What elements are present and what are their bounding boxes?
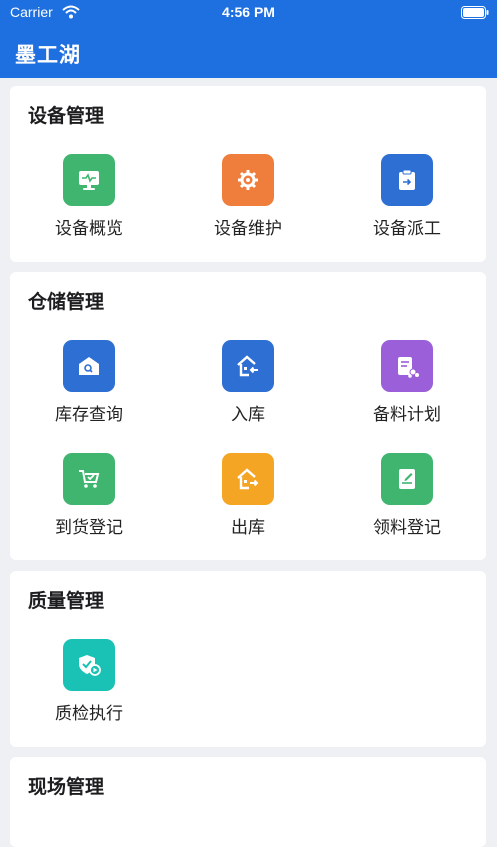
- section-title: 仓储管理: [28, 291, 105, 313]
- section-quality: 质量管理 质检执行: [10, 571, 486, 747]
- page-title: 墨工湖: [15, 43, 81, 67]
- clock: 4:56 PM: [222, 4, 275, 20]
- battery-icon: [461, 6, 489, 19]
- tile-quality-inspection[interactable]: 质检执行: [10, 639, 168, 739]
- tile-label: 库存查询: [55, 405, 123, 425]
- navigation-bar: 墨工湖: [0, 26, 497, 78]
- house-in-icon: [222, 340, 274, 392]
- tile-arrival-register[interactable]: 到货登记: [10, 453, 168, 553]
- shield-play-icon: [63, 639, 115, 691]
- tile-equipment-dispatch[interactable]: 设备派工: [328, 154, 486, 254]
- tile-label: 入库: [231, 405, 265, 425]
- tile-inventory-query[interactable]: 库存查询: [10, 340, 168, 440]
- plan-icon: [381, 340, 433, 392]
- tile-material-plan[interactable]: 备料计划: [328, 340, 486, 440]
- tile-label: 领料登记: [373, 518, 441, 538]
- tile-label: 备料计划: [373, 405, 441, 425]
- section-title: 设备管理: [28, 105, 105, 127]
- section-warehouse: 仓储管理 库存查询 入库 备料计划 到货登记 出库 领料登记: [10, 272, 486, 560]
- tile-label: 质检执行: [55, 704, 123, 724]
- tile-label: 设备派工: [373, 219, 441, 239]
- tile-equipment-maintenance[interactable]: 设备维护: [169, 154, 327, 254]
- note-icon: [381, 453, 433, 505]
- monitor-icon: [63, 154, 115, 206]
- tile-label: 设备维护: [214, 219, 282, 239]
- tile-material-register[interactable]: 领料登记: [328, 453, 486, 553]
- tile-stock-in[interactable]: 入库: [169, 340, 327, 440]
- section-equipment: 设备管理 设备概览 设备维护 设备派工: [10, 86, 486, 262]
- section-site: 现场管理: [10, 757, 486, 847]
- warehouse-search-icon: [63, 340, 115, 392]
- tile-label: 设备概览: [55, 219, 123, 239]
- tile-label: 出库: [231, 518, 265, 538]
- tile-equipment-overview[interactable]: 设备概览: [10, 154, 168, 254]
- section-title: 质量管理: [28, 590, 105, 612]
- tile-stock-out[interactable]: 出库: [169, 453, 327, 553]
- section-title: 现场管理: [28, 776, 105, 798]
- status-bar: Carrier 4:56 PM: [0, 0, 497, 26]
- clipboard-icon: [381, 154, 433, 206]
- tile-label: 到货登记: [55, 518, 123, 538]
- cart-check-icon: [63, 453, 115, 505]
- gear-icon: [222, 154, 274, 206]
- house-out-icon: [222, 453, 274, 505]
